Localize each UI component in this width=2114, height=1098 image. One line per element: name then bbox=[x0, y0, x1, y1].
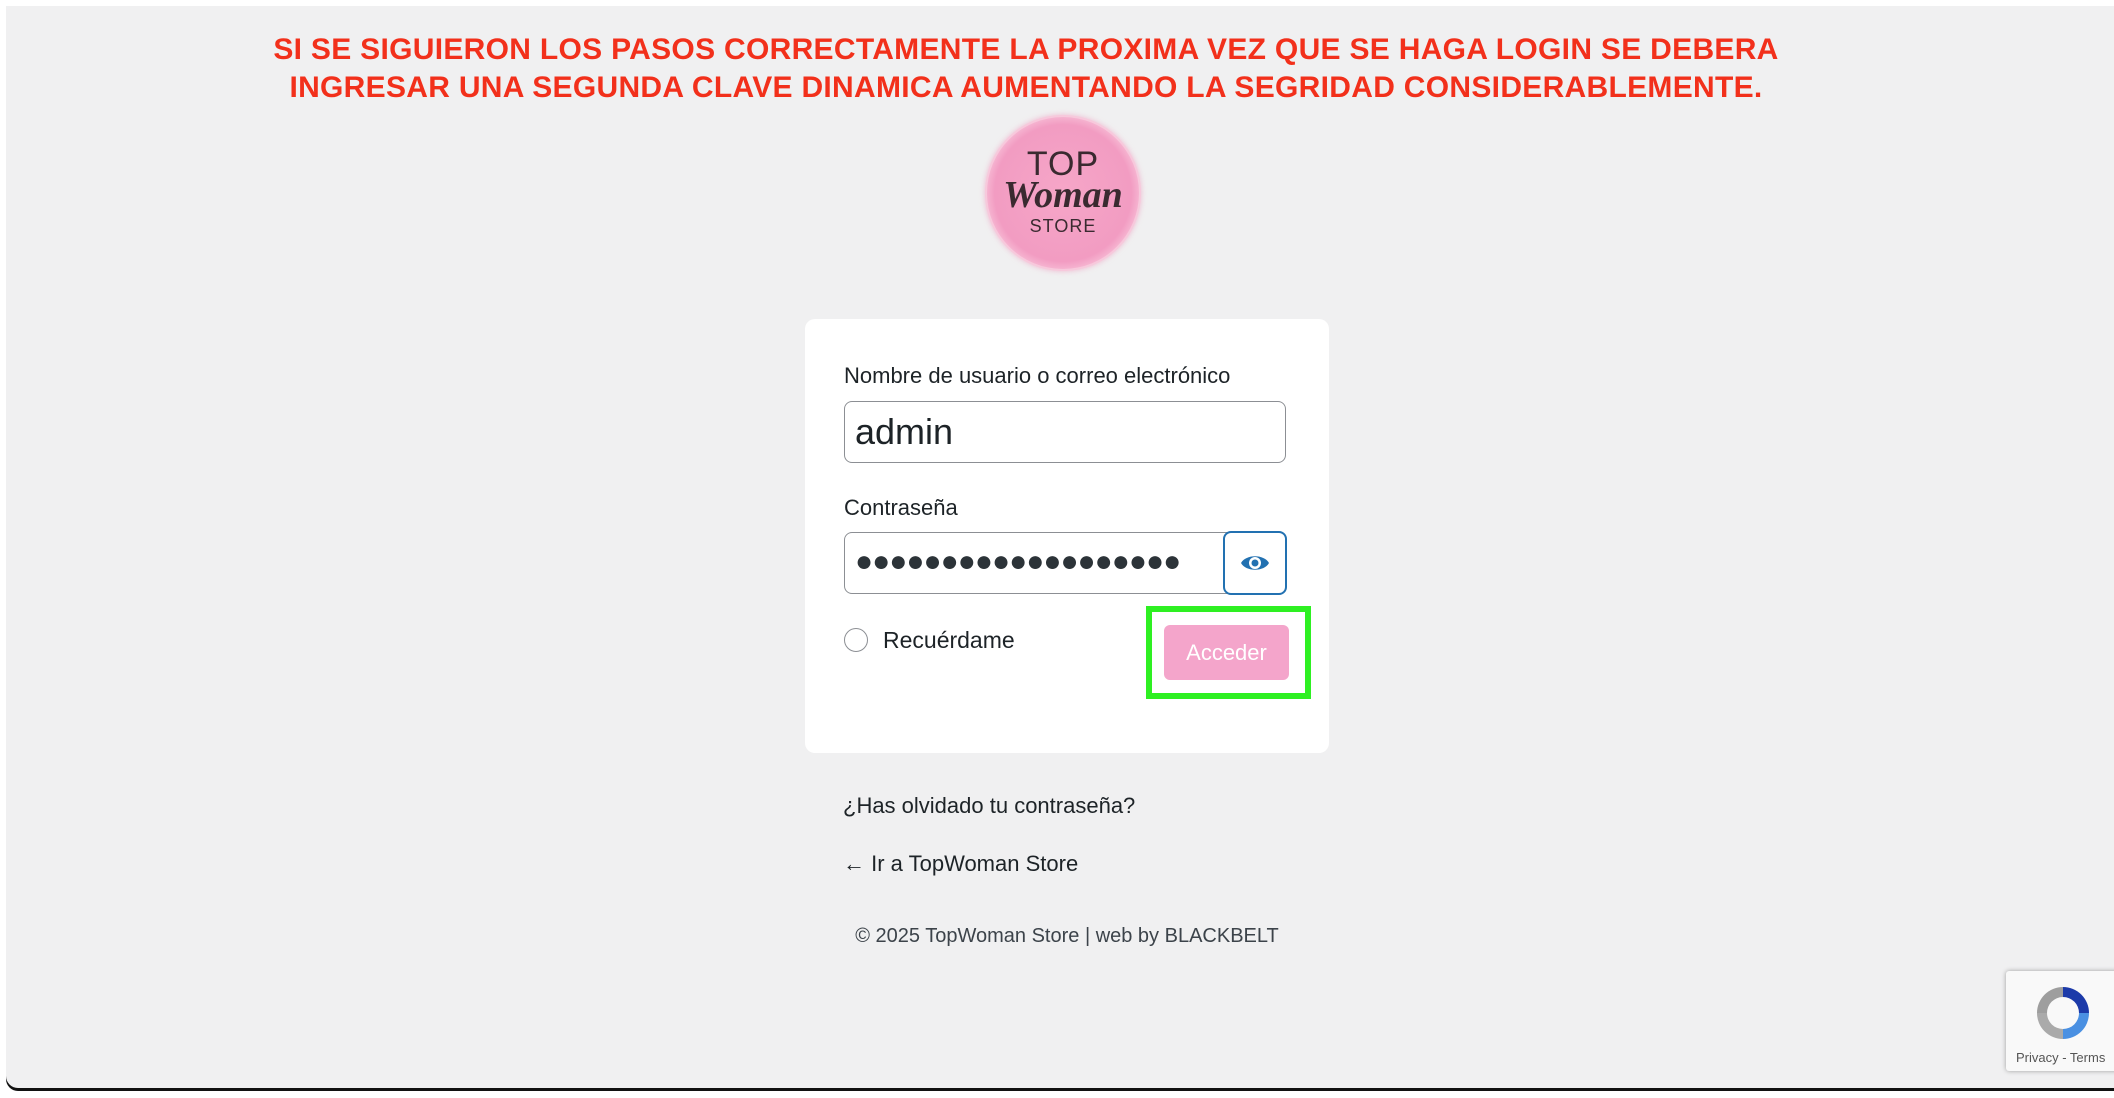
logo-text-store: STORE bbox=[1029, 216, 1097, 236]
login-submit-button[interactable]: Acceder bbox=[1164, 625, 1289, 680]
username-input[interactable]: admin bbox=[844, 401, 1286, 463]
instruction-banner: SI SE SIGUIERON LOS PASOS CORRECTAMENTE … bbox=[6, 31, 2046, 107]
recaptcha-icon bbox=[2037, 987, 2089, 1039]
footer-credits: © 2025 TopWoman Store | web by BLACKBELT bbox=[855, 925, 1279, 947]
store-logo[interactable]: TOP Woman STORE bbox=[985, 115, 1141, 271]
remember-me-label[interactable]: Recuérdame bbox=[883, 627, 1015, 654]
eye-icon bbox=[1241, 556, 1269, 570]
banner-line-2: INGRESAR UNA SEGUNDA CLAVE DINAMICA AUME… bbox=[289, 71, 1763, 104]
login-page: SI SE SIGUIERON LOS PASOS CORRECTAMENTE … bbox=[6, 6, 2114, 1088]
password-mask: ●●●●●●●●●●●●●●●●●●● bbox=[855, 545, 1181, 578]
recaptcha-badge[interactable]: Privacy - Terms bbox=[2006, 971, 2114, 1071]
logo-text-woman: Woman bbox=[1003, 174, 1123, 216]
banner-line-1: SI SE SIGUIERON LOS PASOS CORRECTAMENTE … bbox=[273, 33, 1779, 66]
lost-password-link[interactable]: ¿Has olvidado tu contraseña? bbox=[843, 793, 1135, 819]
username-label: Nombre de usuario o correo electrónico bbox=[844, 363, 1231, 388]
password-label: Contraseña bbox=[844, 495, 958, 520]
password-input[interactable]: ●●●●●●●●●●●●●●●●●●● bbox=[844, 532, 1286, 594]
back-to-site-link[interactable]: ← Ir a TopWoman Store bbox=[843, 851, 1078, 877]
recaptcha-terms[interactable]: Privacy - Terms bbox=[2016, 1050, 2105, 1065]
remember-me-checkbox[interactable] bbox=[844, 628, 868, 652]
show-password-button[interactable] bbox=[1223, 531, 1287, 595]
